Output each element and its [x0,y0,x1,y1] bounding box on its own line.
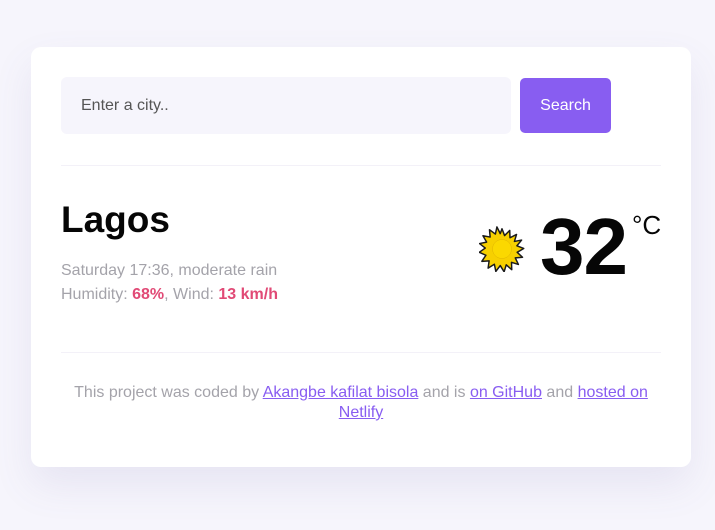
weather-card: Search Lagos Saturday 17:36, moderate ra… [31,47,691,467]
date-time: Saturday 17:36 [61,262,170,279]
temperature-value: 32 [540,202,628,291]
bottom-divider [61,352,661,353]
weather-description: moderate rain [178,262,278,279]
github-link[interactable]: on GitHub [470,384,542,401]
humidity-value: 68% [132,286,165,303]
search-form: Search [61,77,611,134]
humidity-wind-line: Humidity: 68%, Wind: 13 km/h [61,283,278,307]
footer-text-and: and [541,384,578,401]
sun-icon [479,226,525,272]
footer-text-and-is: and is [418,384,470,401]
wind-value: 13 km/h [218,286,278,303]
date-description-line: Saturday 17:36, moderate rain [61,259,278,283]
weather-details: Saturday 17:36, moderate rain Humidity: … [61,259,278,307]
wind-label: , Wind: [164,286,219,303]
footer-text-coded-by: This project was coded by [74,384,263,401]
top-divider [61,165,661,166]
author-link[interactable]: Akangbe kafilat bisola [263,384,419,401]
footer: This project was coded by Akangbe kafila… [61,383,661,423]
city-search-input[interactable] [61,77,511,134]
search-button[interactable]: Search [520,78,611,133]
temperature-unit[interactable]: °C [632,210,661,241]
city-name: Lagos [61,199,170,240]
humidity-label: Humidity: [61,286,133,303]
